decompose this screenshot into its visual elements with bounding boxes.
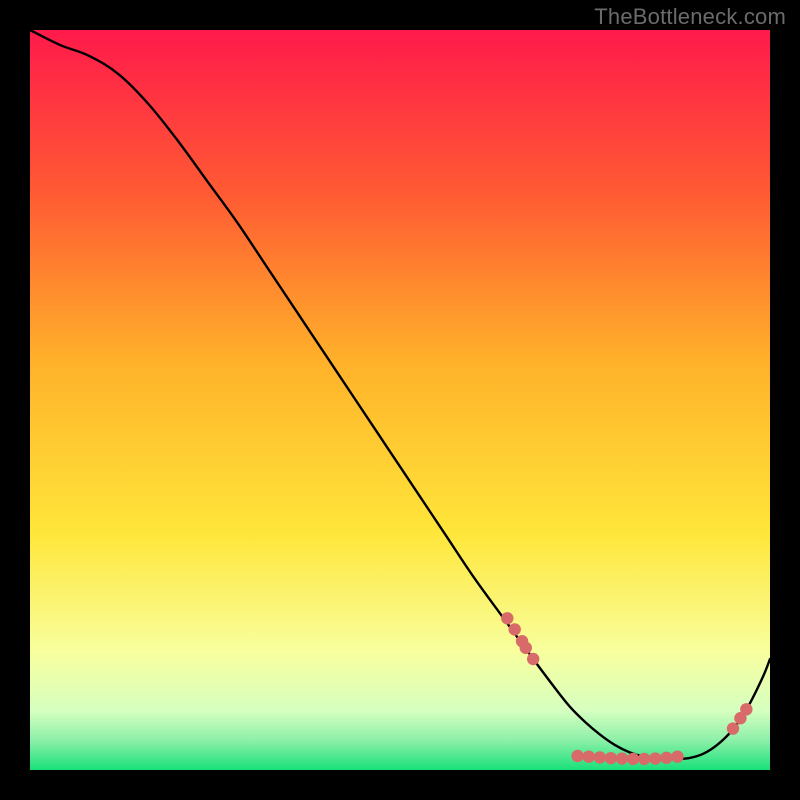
data-marker — [616, 752, 628, 764]
data-marker — [660, 752, 672, 764]
data-marker — [520, 642, 532, 654]
data-marker — [527, 653, 539, 665]
chart-frame: TheBottleneck.com — [0, 0, 800, 800]
data-marker — [740, 703, 752, 715]
bottleneck-chart — [30, 30, 770, 770]
data-marker — [649, 752, 661, 764]
data-marker — [571, 750, 583, 762]
data-marker — [727, 722, 739, 734]
data-marker — [501, 612, 513, 624]
data-marker — [638, 753, 650, 765]
plot-area — [30, 30, 770, 770]
watermark-text: TheBottleneck.com — [594, 4, 786, 30]
data-marker — [594, 751, 606, 763]
data-marker — [605, 752, 617, 764]
data-marker — [583, 750, 595, 762]
data-marker — [509, 623, 521, 635]
data-marker — [627, 753, 639, 765]
data-marker — [671, 750, 683, 762]
heatmap-background — [30, 30, 770, 770]
